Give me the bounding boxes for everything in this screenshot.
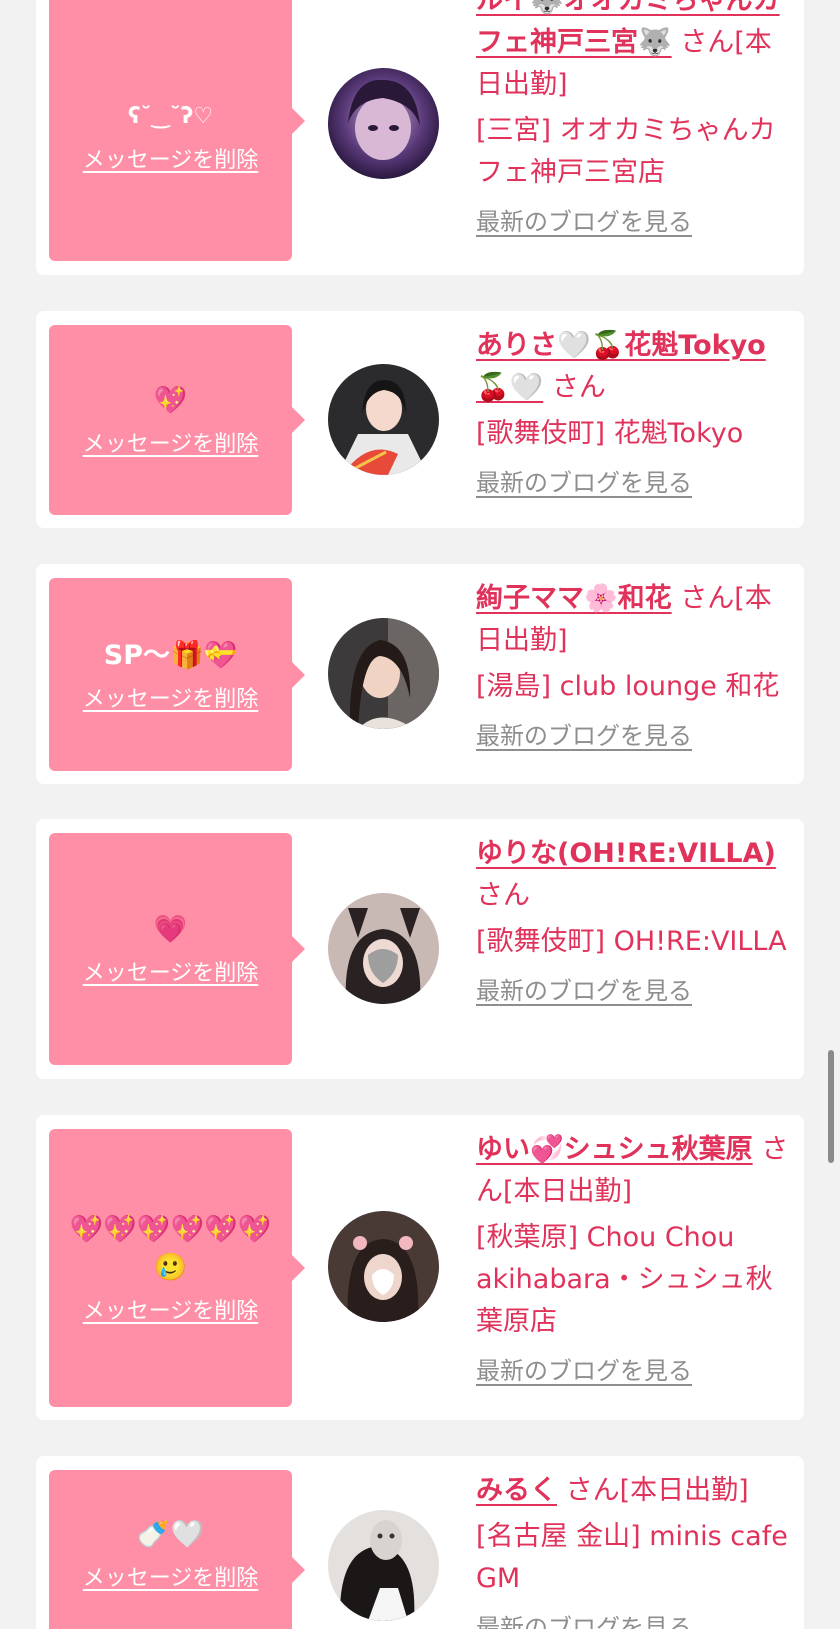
cast-info: ゆりな(OH!RE:VILLA) さん [歌舞伎町] OH!RE:VILLA 最… [476,833,790,1007]
shop-name: [秋葉原] Chou Chou akihabara・シュシュ秋葉原店 [476,1222,773,1337]
cast-name-link[interactable]: 絢子ママ🌸和花 [476,583,672,614]
message-bubble: 💖💖💖💖💖💖🥲 メッセージを削除 [49,1129,292,1407]
list-item: ʕ˘‿˘ʔ♡ メッセージを削除 ルイ🐺オオカミちゃんカフェ神戸三宮🐺 さん[本日… [36,0,804,275]
message-text: SP〜🎁💝 [103,639,238,671]
latest-blog-link[interactable]: 最新のブログを見る [476,467,692,499]
message-text: 💖💖💖💖💖💖🥲 [69,1214,272,1283]
cast-suffix: さん [551,372,606,403]
cast-info: ありさ🤍🍒花魁Tokyo🍒🤍 さん [歌舞伎町] 花魁Tokyo 最新のブログを… [476,325,790,499]
list-item: 💖💖💖💖💖💖🥲 メッセージを削除 ゆい💞シュシュ秋葉原 さん[本日出勤] [秋葉… [36,1115,804,1420]
message-bubble: ʕ˘‿˘ʔ♡ メッセージを削除 [49,0,292,261]
cast-info: 絢子ママ🌸和花 さん[本日出勤] [湯島] club lounge 和花 最新の… [476,578,790,752]
delete-message-link[interactable]: メッセージを削除 [83,1293,259,1325]
shop-name: [三宮] オオカミちゃんカフェ神戸三宮店 [476,115,776,188]
avatar[interactable] [328,68,439,179]
delete-message-link[interactable]: メッセージを削除 [83,681,259,713]
cast-name-link[interactable]: ゆい💞シュシュ秋葉原 [476,1134,753,1165]
shop-name: [名古屋 金山] minis cafe GM [476,1521,788,1594]
delete-message-link[interactable]: メッセージを削除 [83,955,259,987]
shop-name: [湯島] club lounge 和花 [476,671,780,702]
message-bubble: 💖 メッセージを削除 [49,325,292,515]
message-text: 🍼🤍 [136,1519,205,1550]
message-text: 💗 [153,914,188,945]
message-bubble: SP〜🎁💝 メッセージを削除 [49,578,292,771]
list-item: SP〜🎁💝 メッセージを削除 絢子ママ🌸和花 さん[本日出勤] [湯島] clu… [36,564,804,784]
cast-info: みるく さん[本日出勤] [名古屋 金山] minis cafe GM 最新のブ… [476,1470,790,1629]
scrollbar[interactable] [828,1050,834,1163]
delete-message-link[interactable]: メッセージを削除 [83,142,259,174]
message-bubble: 💗 メッセージを削除 [49,833,292,1065]
avatar[interactable] [328,618,439,729]
cast-info: ゆい💞シュシュ秋葉原 さん[本日出勤] [秋葉原] Chou Chou akih… [476,1129,790,1387]
cast-suffix: さん[本日出勤] [565,1475,749,1506]
avatar[interactable] [328,1510,439,1621]
delete-message-link[interactable]: メッセージを削除 [83,1560,259,1592]
list-item: 💗 メッセージを削除 ゆりな(OH!RE:VILLA) さん [歌舞伎町] OH… [36,819,804,1079]
cast-name-link[interactable]: ありさ🤍🍒花魁Tokyo🍒🤍 [476,330,766,403]
cast-name-link[interactable]: ゆりな(OH!RE:VILLA) [476,838,776,869]
latest-blog-link[interactable]: 最新のブログを見る [476,206,692,238]
cast-name-link[interactable]: みるく [476,1475,557,1506]
cast-info: ルイ🐺オオカミちゃんカフェ神戸三宮🐺 さん[本日出勤] [三宮] オオカミちゃん… [476,0,790,238]
avatar[interactable] [328,1211,439,1322]
latest-blog-link[interactable]: 最新のブログを見る [476,975,692,1007]
latest-blog-link[interactable]: 最新のブログを見る [476,1612,692,1629]
list-item: 🍼🤍 メッセージを削除 みるく さん[本日出勤] [名古屋 金山] minis … [36,1456,804,1629]
latest-blog-link[interactable]: 最新のブログを見る [476,1355,692,1387]
message-bubble: 🍼🤍 メッセージを削除 [49,1470,292,1629]
message-text: ʕ˘‿˘ʔ♡ [127,103,214,129]
shop-name: [歌舞伎町] 花魁Tokyo [476,418,744,449]
latest-blog-link[interactable]: 最新のブログを見る [476,720,692,752]
list-item: 💖 メッセージを削除 ありさ🤍🍒花魁Tokyo🍒🤍 さん [歌舞伎町] 花魁To… [36,311,804,528]
cast-suffix: さん [476,880,530,911]
message-text: 💖 [153,385,188,416]
avatar[interactable] [328,893,439,1004]
shop-name: [歌舞伎町] OH!RE:VILLA [476,926,787,957]
delete-message-link[interactable]: メッセージを削除 [83,426,259,458]
avatar[interactable] [328,364,439,475]
